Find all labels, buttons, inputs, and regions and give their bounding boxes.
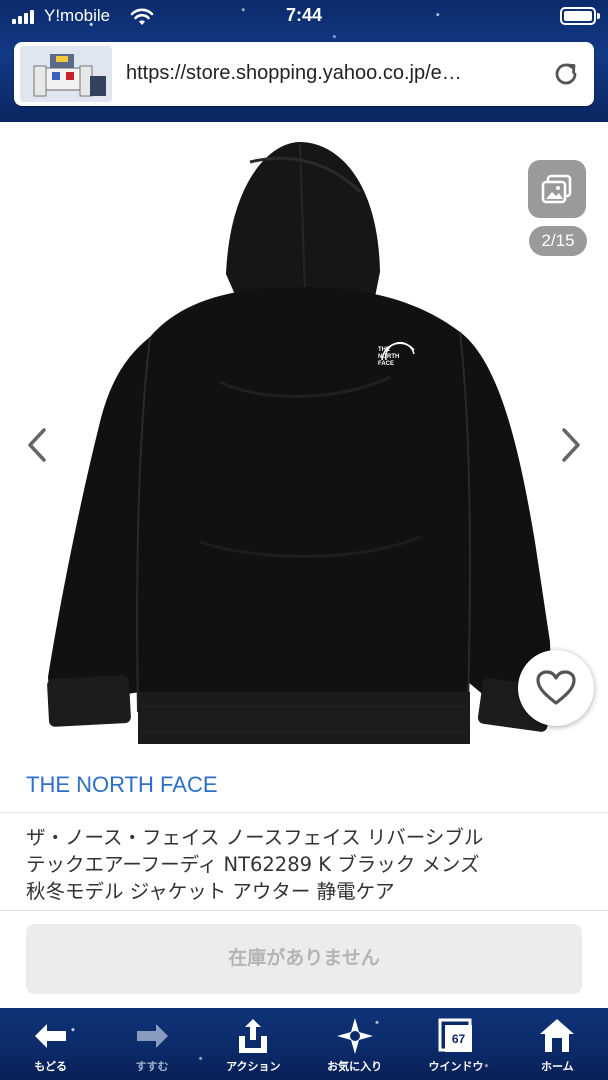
svg-text:NORTH: NORTH bbox=[378, 354, 399, 360]
forward-button[interactable]: すすむ bbox=[101, 1008, 202, 1080]
jacket-back-image: THE NORTH FACE bbox=[47, 142, 553, 744]
bookmarks-label: お気に入り bbox=[327, 1060, 383, 1073]
brand-link[interactable]: THE NORTH FACE bbox=[26, 772, 218, 798]
product-title: ザ・ノース・フェイス ノースフェイス リバーシブル テックエアーフーディ NT6… bbox=[26, 824, 586, 905]
windows-button[interactable]: 67 ウインドウ bbox=[405, 1008, 506, 1080]
chevron-left-icon[interactable] bbox=[24, 426, 52, 464]
home-button[interactable]: ホーム bbox=[507, 1008, 608, 1080]
svg-text:FACE: FACE bbox=[378, 361, 394, 367]
heart-icon bbox=[536, 670, 576, 705]
product-title-line: テックエアーフーディ NT62289 K ブラック メンズ bbox=[26, 853, 480, 876]
forward-arrow-icon bbox=[136, 1024, 168, 1048]
product-title-line: 秋冬モデル ジャケット アウター 静電ケア bbox=[26, 880, 395, 903]
back-arrow-icon bbox=[34, 1024, 66, 1048]
home-icon bbox=[540, 1019, 575, 1052]
divider bbox=[0, 812, 608, 813]
back-label: もどる bbox=[34, 1060, 68, 1073]
bookmarks-button[interactable]: お気に入り bbox=[304, 1008, 405, 1080]
divider bbox=[0, 910, 608, 911]
status-time: 7:44 bbox=[285, 5, 323, 25]
favorite-button[interactable] bbox=[518, 650, 594, 726]
svg-text:THE: THE bbox=[378, 347, 390, 353]
browser-toolbar: もどる すすむ アクション お気に入り 67 ウインドウ ホーム bbox=[0, 1008, 608, 1080]
action-label: アクション bbox=[226, 1060, 281, 1073]
home-label: ホーム bbox=[540, 1060, 574, 1073]
browser-top-chrome: Y!mobile 7:44 https://store.shopping.yah… bbox=[0, 0, 608, 122]
url-text[interactable]: https://store.shopping.yahoo.co.jp/e… bbox=[126, 62, 462, 85]
product-image[interactable]: THE NORTH FACE bbox=[0, 122, 608, 760]
action-button[interactable]: アクション bbox=[203, 1008, 304, 1080]
window-count-badge: 67 bbox=[452, 1032, 466, 1046]
image-gallery-icon bbox=[541, 174, 572, 204]
forward-label: すすむ bbox=[135, 1060, 169, 1073]
status-bar: Y!mobile 7:44 bbox=[0, 0, 608, 36]
out-of-stock-button: 在庫がありません bbox=[26, 924, 582, 994]
chevron-right-icon[interactable] bbox=[556, 426, 584, 464]
image-gallery-button[interactable] bbox=[528, 160, 586, 218]
bookmark-star-icon bbox=[336, 1018, 373, 1054]
product-title-line: ザ・ノース・フェイス ノースフェイス リバーシブル bbox=[26, 826, 484, 849]
battery-icon bbox=[560, 7, 600, 25]
back-button[interactable]: もどる bbox=[0, 1008, 101, 1080]
image-counter: 2/15 bbox=[529, 226, 587, 256]
site-thumbnail-icon[interactable] bbox=[20, 46, 112, 102]
reload-icon[interactable] bbox=[550, 58, 582, 90]
windows-label: ウインドウ bbox=[428, 1060, 484, 1073]
windows-icon: 67 bbox=[438, 1018, 472, 1052]
address-bar[interactable]: https://store.shopping.yahoo.co.jp/e… bbox=[14, 42, 594, 106]
share-icon bbox=[239, 1019, 268, 1053]
